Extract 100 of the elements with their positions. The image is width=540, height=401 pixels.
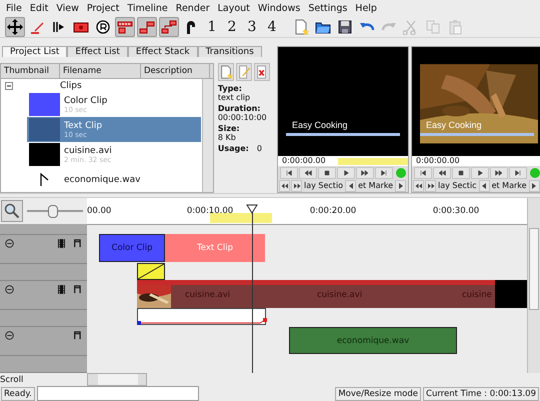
clip-label: cuisine.avi [317,290,362,300]
transport-icon [457,168,465,177]
right-arrow-icon [530,182,538,190]
clip-thumbnail [28,93,60,116]
play-section-button[interactable]: lay Sectio [303,181,344,190]
menu-item[interactable]: Settings [304,2,352,14]
transport-icon [304,168,312,177]
clip-name: cuisine.avi [64,146,112,156]
track-button[interactable]: 2 [223,18,241,35]
rewind-icon [414,182,422,190]
menu-item[interactable]: Help [351,2,381,14]
marker-back-button[interactable] [345,180,356,192]
note-icon[interactable] [72,285,81,294]
info-value: text clip [218,93,252,102]
left-arrow-icon [480,182,488,190]
transport-icon [285,168,293,177]
folder-name[interactable]: Clips [60,80,82,90]
film-icon[interactable] [58,285,65,294]
add-clip-button[interactable] [218,63,234,81]
rewind-icon [280,182,288,190]
film-icon[interactable] [58,239,65,248]
marker-back-button[interactable] [478,180,490,192]
note-icon[interactable] [72,331,81,340]
transport-button[interactable] [318,166,336,179]
next-button[interactable] [291,180,302,192]
transport-button[interactable] [509,166,527,179]
track-button[interactable]: 4 [263,18,281,35]
magnet-tool-button[interactable] [159,16,179,37]
transport-icon [342,168,350,177]
move-tool-button[interactable] [5,16,25,37]
scroll-label: Scroll [0,374,24,384]
grid-tool-button[interactable] [115,16,135,37]
menu-item[interactable]: Render [172,2,214,14]
save-icon [337,18,353,35]
set-marker-button[interactable]: et Marke [357,181,394,190]
collapse-icon[interactable] [5,239,14,248]
edit-clip-button[interactable] [236,63,252,81]
info-label: Size: [218,124,240,133]
menu-item[interactable]: Edit [26,2,52,14]
track-button[interactable]: 1 [203,18,221,35]
menu-item[interactable]: Project [82,2,124,14]
collapse-icon[interactable] [5,285,14,294]
snap-tool-button[interactable] [137,16,157,37]
copy-icon [425,18,441,35]
delete-icon [254,65,269,79]
scrollbar[interactable] [87,373,147,386]
clip-label: cuisine [462,290,492,300]
previous-button[interactable] [279,180,290,192]
delete-clip-button[interactable] [254,63,270,81]
panel-tab[interactable]: Transitions [198,46,262,57]
menu-item[interactable]: Timeline [123,2,172,14]
scrollbar[interactable] [202,79,213,192]
track-button[interactable]: 3 [243,18,261,35]
status-message: Ready. [1,386,35,400]
info-label: Usage: [218,144,249,155]
transport-button[interactable] [414,166,432,179]
transport-button[interactable] [433,166,451,179]
status-light [530,168,540,178]
transition-clip[interactable] [137,308,268,327]
previous-button[interactable] [413,180,424,192]
transport-button[interactable] [375,166,393,179]
clip-thumbnail [28,118,60,141]
panel-tab[interactable]: Effect Stack [128,46,198,57]
right-arrow-icon [396,182,405,190]
clip-row[interactable]: economique.wav [27,167,201,192]
menu-item[interactable]: Windows [254,2,304,14]
panel-tab[interactable]: Project List [2,46,68,57]
transition-clip[interactable] [137,263,165,280]
transport-icon [514,168,522,177]
menu-item[interactable]: Layout [214,2,254,14]
transport-button[interactable] [452,166,470,179]
title-caption: Easy Cooking [426,120,482,130]
panel-tab[interactable]: Effect List [67,46,128,57]
collapse-icon[interactable] [5,82,15,90]
ruler-label: 00.00 [87,206,112,216]
column-header[interactable]: Thumbnail [1,64,60,78]
zoom-button[interactable] [1,200,23,222]
transport-button[interactable] [299,166,317,179]
grid-icon [117,18,133,35]
column-header[interactable]: Filename [60,64,141,78]
ruler-label: 0:00:10.00 [186,206,234,216]
transport-button[interactable] [356,166,374,179]
transport-button[interactable] [490,166,508,179]
set-marker-button[interactable]: et Marke [490,181,528,190]
time-ruler[interactable]: 00.00 0:00:10.00 0:00:20.00 0:00:30.00 [87,198,527,225]
transport-button[interactable] [280,166,298,179]
marker-forward-button[interactable] [528,180,540,192]
collapse-icon[interactable] [5,331,14,340]
column-header[interactable]: Description [141,64,210,78]
transport-button[interactable] [337,166,355,179]
menu-item[interactable]: View [52,2,83,14]
menu-item[interactable]: File [2,2,26,14]
transport-button[interactable] [471,166,489,179]
move-icon [7,18,23,35]
scrollbar[interactable] [527,198,540,373]
play-section-button[interactable]: lay Sectic [437,181,478,190]
timecode: 0:00:00.00 [281,156,326,166]
next-button[interactable] [425,180,436,192]
note-icon[interactable] [72,239,81,248]
marker-forward-button[interactable] [395,180,406,192]
